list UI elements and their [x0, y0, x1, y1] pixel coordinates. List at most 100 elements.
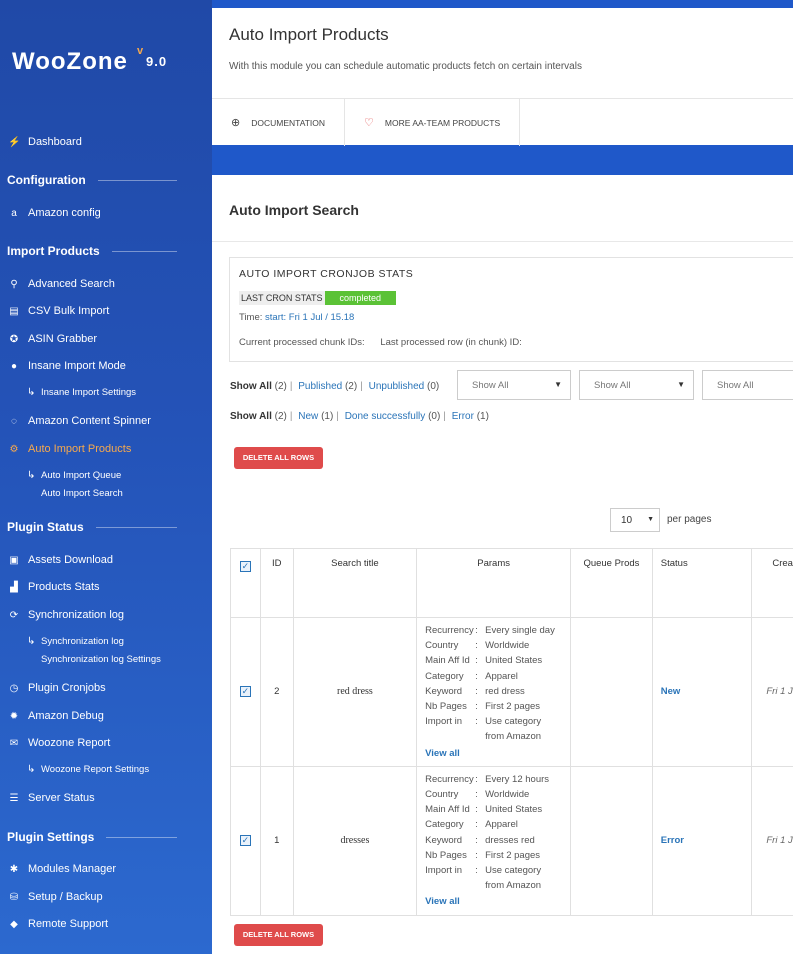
- row-checkbox[interactable]: ✓: [239, 835, 251, 847]
- sub-arrow-icon: ↳: [27, 636, 36, 647]
- sidebar-item-insane-import-mode[interactable]: ● Insane Import Mode: [0, 356, 212, 376]
- sidebar-sub-auto-import-search[interactable]: Auto Import Search: [27, 488, 123, 499]
- woozone-logo: WooZone v 9.0: [12, 45, 166, 76]
- sidebar-item-advanced-search[interactable]: ⚲ Advanced Search: [0, 274, 212, 294]
- sidebar-sub-synchronization-log-settings[interactable]: Synchronization log Settings: [27, 654, 161, 665]
- filter-published[interactable]: Published: [298, 381, 342, 392]
- sidebar-item-amazon-debug[interactable]: ✹ Amazon Debug: [0, 706, 212, 726]
- last-cron-stats: LAST CRON STATS completed: [239, 291, 397, 305]
- sidebar-sub-insane-import-settings[interactable]: ↳ Insane Import Settings: [27, 387, 136, 398]
- refresh-icon: ⟳: [9, 609, 19, 621]
- sidebar-item-amazon-content-spinner[interactable]: ◌ Amazon Content Spinner: [0, 411, 212, 431]
- view-all-link[interactable]: View all: [425, 894, 562, 909]
- row-created: Fri 1 J: [751, 617, 793, 767]
- sidebar-item-woozone-report[interactable]: ✉ Woozone Report: [0, 733, 212, 753]
- sidebar-item-asin-grabber[interactable]: ✪ ASIN Grabber: [0, 329, 212, 349]
- row-id: 2: [259, 617, 294, 767]
- header-links: ⊕ DOCUMENTATION ♡ MORE AA-TEAM PRODUCTS: [212, 98, 793, 146]
- main-card: Auto Import Search AUTO IMPORT CRONJOB S…: [212, 175, 793, 954]
- bug-icon: ✹: [9, 710, 19, 722]
- table-row: ✓ 1 dresses Recurrency: Every 12 hours Co…: [230, 765, 793, 916]
- envelope-icon: ✉: [9, 737, 19, 749]
- row-params: Recurrency: Every 12 hours Country: Worldw…: [416, 765, 572, 916]
- status-badge: completed: [324, 291, 397, 305]
- sidebar-item-assets-download[interactable]: ▣ Assets Download: [0, 550, 212, 570]
- sidebar-item-dashboard[interactable]: ⚡ Dashboard: [0, 132, 212, 152]
- per-page-select[interactable]: 10 ▼: [610, 508, 660, 532]
- last-cron-label: LAST CRON STATS: [239, 291, 325, 305]
- lifebuoy-icon: ⊕: [231, 117, 241, 129]
- filter-select-1[interactable]: Show All ▼: [457, 370, 571, 400]
- header-card: Auto Import Products With this module yo…: [212, 8, 793, 146]
- logo-version: 9.0: [146, 54, 168, 69]
- sidebar-item-synchronization-log[interactable]: ⟳ Synchronization log: [0, 605, 212, 625]
- sidebar-item-auto-import-products[interactable]: ⚙ Auto Import Products: [0, 439, 212, 459]
- sub-arrow-icon: ↳: [27, 764, 36, 775]
- sidebar-item-amazon-config[interactable]: a Amazon config: [0, 203, 212, 223]
- caret-down-icon: ▼: [554, 380, 562, 389]
- sidebar-item-server-status[interactable]: ☰ Server Status: [0, 788, 212, 808]
- sidebar-sub-synchronization-log[interactable]: ↳ Synchronization log: [27, 636, 124, 647]
- sidebar-item-remote-support[interactable]: ◆ Remote Support: [0, 914, 212, 934]
- page-subtitle: With this module you can schedule automa…: [229, 61, 582, 72]
- row-queue-prods: [570, 765, 653, 916]
- filter-unpublished[interactable]: Unpublished: [369, 381, 425, 392]
- sidebar-item-setup-backup[interactable]: ⛁ Setup / Backup: [0, 887, 212, 907]
- badge-icon: ✪: [9, 333, 19, 345]
- col-params: Params: [416, 548, 572, 618]
- cronjob-stats-box: AUTO IMPORT CRONJOB STATS LAST CRON STAT…: [229, 257, 793, 362]
- sub-arrow-icon: ↳: [27, 470, 36, 481]
- server-icon: ☰: [9, 792, 19, 804]
- bolt-icon: ⚡: [8, 136, 21, 148]
- row-checkbox[interactable]: ✓: [239, 686, 251, 698]
- row-id: 1: [259, 765, 294, 916]
- delete-all-rows-button[interactable]: DELETE ALL ROWS: [234, 447, 323, 469]
- row-params: Recurrency: Every single day Country: Worl…: [416, 617, 572, 767]
- col-created: Crea: [751, 548, 793, 618]
- more-products-link[interactable]: ♡ MORE AA-TEAM PRODUCTS: [345, 99, 521, 146]
- select-all-checkbox[interactable]: ✓: [239, 561, 251, 572]
- stats-time: Time: start: Fri 1 Jul / 15.18: [239, 312, 355, 323]
- sidebar-item-csv-bulk-import[interactable]: ▤ CSV Bulk Import: [0, 301, 212, 321]
- bar-chart-icon: ▟: [10, 581, 18, 593]
- filter-show-all-status[interactable]: Show All: [230, 411, 272, 422]
- section-title: Auto Import Search: [229, 202, 359, 218]
- sidebar-item-modules-manager[interactable]: ✱ Modules Manager: [0, 859, 212, 879]
- sidebar-sub-auto-import-queue[interactable]: ↳ Auto Import Queue: [27, 470, 121, 481]
- filter-error[interactable]: Error: [452, 411, 474, 422]
- stats-time-value: start: Fri 1 Jul / 15.18: [265, 312, 355, 323]
- row-queue-prods: [570, 617, 653, 767]
- sidebar-item-products-stats[interactable]: ▟ Products Stats: [0, 577, 212, 597]
- filter-new[interactable]: New: [298, 411, 318, 422]
- filter-done[interactable]: Done successfully: [345, 411, 426, 422]
- documentation-link[interactable]: ⊕ DOCUMENTATION: [212, 99, 346, 146]
- stats-title: AUTO IMPORT CRONJOB STATS: [239, 268, 414, 280]
- view-all-link[interactable]: View all: [425, 746, 562, 761]
- clock-icon: ◷: [9, 682, 19, 694]
- filter-select-2[interactable]: Show All ▼: [579, 370, 694, 400]
- filter-select-3[interactable]: Show All: [702, 370, 793, 400]
- table-row: ✓ 2 red dress Recurrency: Every single da…: [230, 617, 793, 767]
- image-icon: ▣: [9, 554, 19, 566]
- heart-icon: ♡: [364, 117, 374, 129]
- puzzle-icon: ✱: [9, 863, 19, 875]
- search-table: ✓ ID Search title Params Queue Prods Sta…: [230, 548, 793, 916]
- row-status[interactable]: New: [661, 686, 681, 697]
- col-search-title: Search title: [292, 548, 418, 618]
- section-plugin-settings: Plugin Settings: [7, 830, 177, 844]
- section-configuration: Configuration: [7, 173, 177, 187]
- print-icon: ▤: [9, 305, 19, 317]
- filter-show-all[interactable]: Show All: [230, 381, 272, 392]
- row-created: Fri 1 J: [751, 765, 793, 916]
- row-status[interactable]: Error: [661, 835, 684, 846]
- delete-all-rows-button-bottom[interactable]: DELETE ALL ROWS: [234, 924, 323, 946]
- sidebar-item-plugin-cronjobs[interactable]: ◷ Plugin Cronjobs: [0, 678, 212, 698]
- table-header-row: ✓ ID Search title Params Queue Prods Sta…: [230, 548, 793, 618]
- publish-filter: Show All (2) | Published (2) | Unpublished…: [230, 381, 440, 392]
- sidebar-sub-woozone-report-settings[interactable]: ↳ Woozone Report Settings: [27, 764, 149, 775]
- rocket-icon: ●: [10, 360, 18, 372]
- col-queue-prods: Queue Prods: [570, 548, 653, 618]
- support-icon: ◆: [10, 918, 18, 930]
- sidebar: WooZone v 9.0 ⚡ Dashboard Configuration …: [0, 0, 212, 954]
- select-all-cell: ✓: [230, 548, 261, 618]
